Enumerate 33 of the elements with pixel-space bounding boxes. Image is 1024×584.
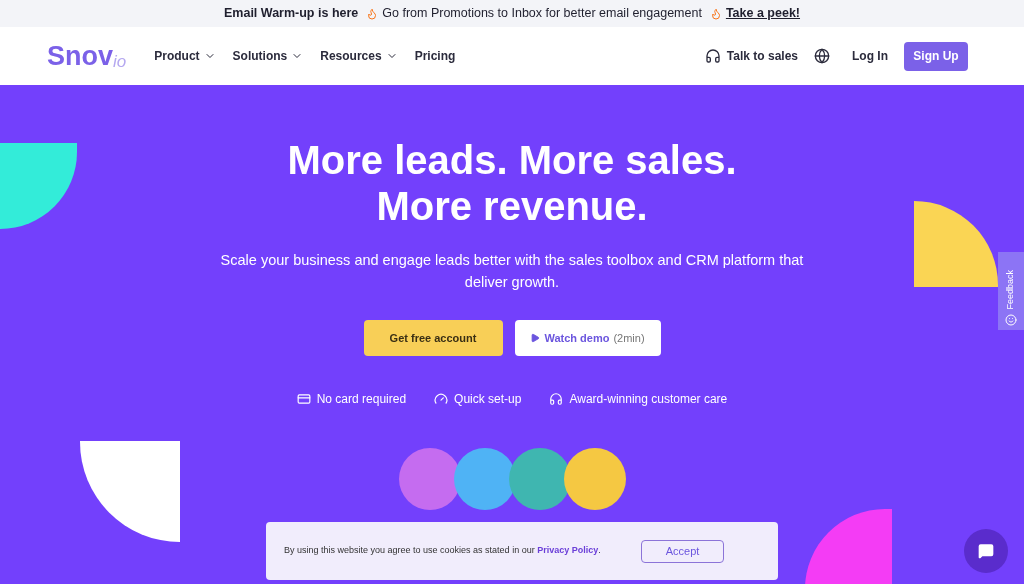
feature-label: Award-winning customer care (569, 391, 728, 408)
feature-label: No card required (316, 391, 407, 408)
feature-label: Quick set-up (454, 391, 522, 408)
nav-menu-item[interactable]: Solutions (232, 47, 304, 65)
headline: More leads. More sales. More revenue. (287, 137, 737, 229)
play-icon (530, 333, 541, 343)
nav-menu-item[interactable]: Resources (320, 47, 398, 65)
flame-icon (366, 7, 379, 20)
logo[interactable]: Snovio (47, 42, 127, 70)
take-a-peek-link[interactable]: Take a peek! (725, 4, 800, 23)
announcement-text: Go from Promotions to Inbox for better email engagement (382, 5, 702, 23)
card-icon (296, 392, 311, 406)
chat-button[interactable] (964, 529, 1008, 573)
headset-icon (549, 392, 564, 406)
nav-menu-item[interactable]: Pricing (414, 47, 456, 65)
subtitle: Scale your business and engage leads better with the sales toolbox and CRM platform that deliver growth. (219, 251, 805, 292)
chat-bubble-icon (978, 543, 994, 559)
cookie-text: By using this website you agree to use cookies as stated in our Privacy Policy. (284, 544, 601, 558)
flame-icon (709, 7, 722, 20)
announcement-title: Email Warm-up is here (224, 5, 359, 23)
log-in-link[interactable]: Log In (852, 47, 888, 65)
feedback-tab[interactable]: Feedback (998, 252, 1024, 330)
gauge-icon (434, 392, 449, 406)
talk-to-sales-link[interactable]: Talk to sales (726, 47, 798, 65)
smiley-icon (1005, 314, 1017, 326)
headset-icon (704, 48, 721, 64)
watch-demo-button[interactable]: Watch demo (2min) (514, 320, 661, 356)
privacy-policy-link[interactable]: Privacy Policy (537, 545, 599, 556)
globe-icon[interactable] (814, 48, 830, 64)
get-free-account-button[interactable]: Get free account (363, 320, 503, 356)
nav-menu-item[interactable]: Product (154, 47, 216, 65)
sign-up-button[interactable]: Sign Up (904, 41, 968, 71)
accept-button[interactable]: Accept (641, 539, 724, 563)
